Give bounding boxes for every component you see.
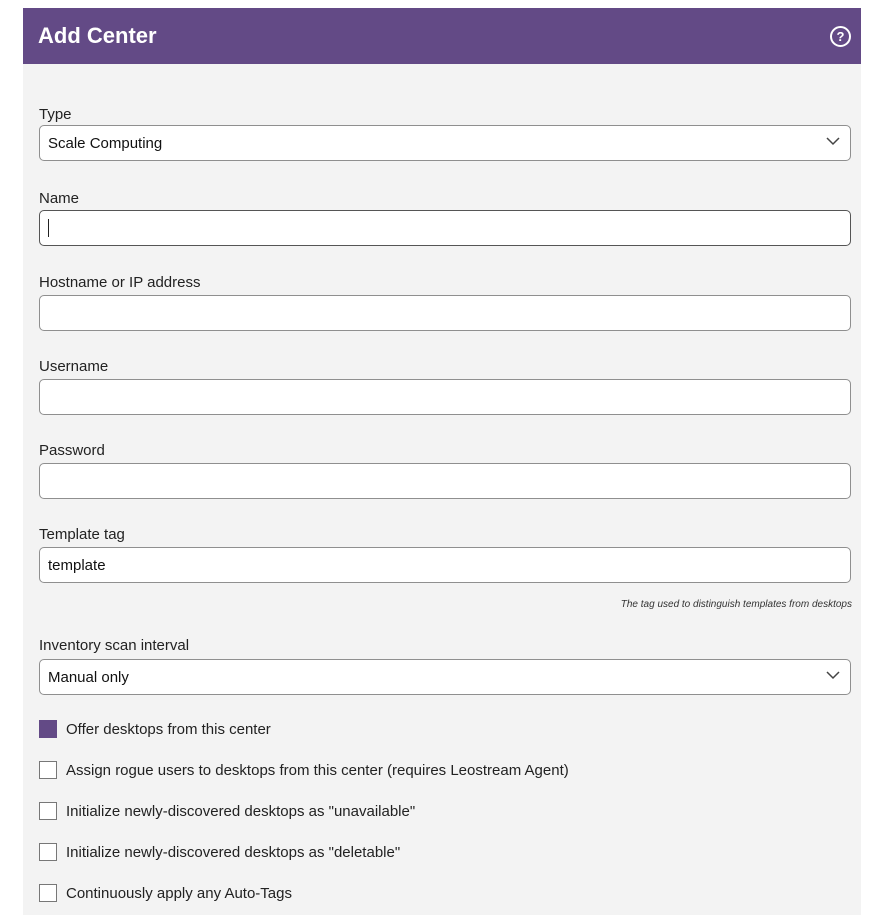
scan-interval-select-value: Manual only — [48, 669, 129, 686]
init-unavailable-label: Initialize newly-discovered desktops as … — [66, 803, 416, 820]
offer-desktops-checkbox[interactable] — [39, 720, 57, 738]
template-tag-label: Template tag — [39, 526, 125, 543]
password-label: Password — [39, 442, 105, 459]
password-input[interactable] — [39, 463, 851, 499]
template-tag-hint: The tag used to distinguish templates fr… — [620, 599, 852, 610]
offer-desktops-label: Offer desktops from this center — [66, 721, 271, 738]
template-tag-input-value: template — [48, 557, 106, 574]
username-label: Username — [39, 358, 109, 375]
dialog-title: Add Center — [38, 23, 157, 48]
name-input[interactable] — [39, 210, 851, 246]
assign-rogue-users-label: Assign rogue users to desktops from this… — [66, 762, 569, 779]
chevron-down-icon — [826, 671, 840, 680]
auto-tags-label: Continuously apply any Auto-Tags — [66, 885, 292, 902]
init-unavailable-checkbox[interactable] — [39, 802, 57, 820]
add-center-dialog: Add Center ? Type Scale Computing Name H… — [23, 8, 861, 915]
name-label: Name — [39, 190, 80, 207]
scan-interval-select[interactable]: Manual only — [39, 659, 851, 695]
username-input[interactable] — [39, 379, 851, 415]
type-select[interactable]: Scale Computing — [39, 125, 851, 161]
hostname-input[interactable] — [39, 295, 851, 331]
type-select-value: Scale Computing — [48, 135, 163, 152]
template-tag-input[interactable]: template — [39, 547, 851, 583]
init-deletable-label: Initialize newly-discovered desktops as … — [66, 844, 401, 861]
type-label: Type — [39, 106, 72, 123]
scan-interval-label: Inventory scan interval — [39, 637, 190, 654]
auto-tags-checkbox[interactable] — [39, 884, 57, 902]
text-caret — [48, 219, 49, 237]
init-deletable-checkbox[interactable] — [39, 843, 57, 861]
assign-rogue-users-checkbox[interactable] — [39, 761, 57, 779]
dialog-header: Add Center ? — [23, 8, 861, 64]
help-icon[interactable]: ? — [830, 26, 851, 47]
hostname-label: Hostname or IP address — [39, 274, 201, 291]
chevron-down-icon — [826, 137, 840, 146]
